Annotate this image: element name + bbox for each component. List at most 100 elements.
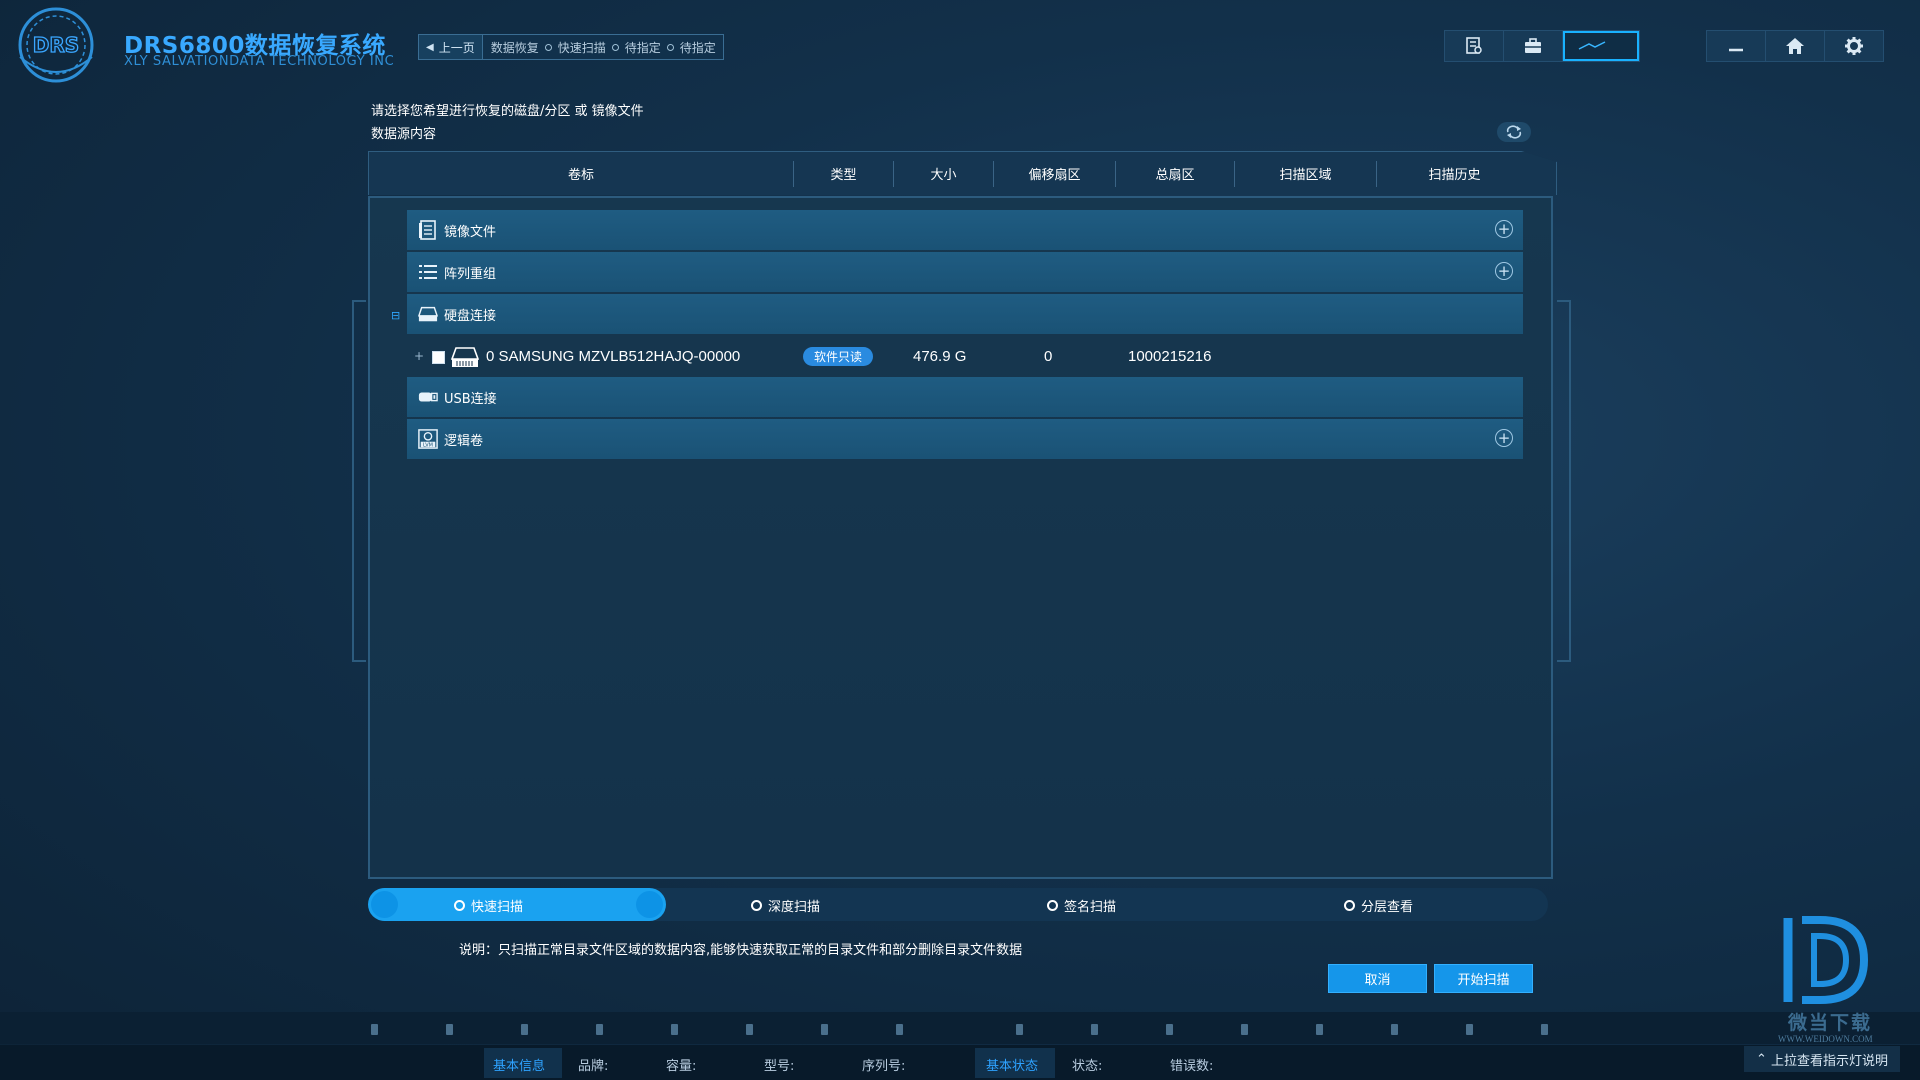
toolbox-button[interactable] xyxy=(1504,31,1563,61)
window-controls xyxy=(1706,30,1884,62)
scan-option-layered[interactable]: 分层查看 xyxy=(1344,896,1413,915)
indicator-light xyxy=(746,1024,753,1035)
radio-icon xyxy=(1047,900,1058,911)
scan-option-deep[interactable]: 深度扫描 xyxy=(751,896,820,915)
indicator-light xyxy=(671,1024,678,1035)
status-bar: 基本信息 品牌: 容量: 型号: 序列号: 基本状态 状态: 错误数: xyxy=(0,1045,1920,1080)
indicator-light xyxy=(1541,1024,1548,1035)
group-usb-connection[interactable]: USB连接 xyxy=(407,377,1523,417)
breadcrumb-step: 数据恢复 xyxy=(490,40,539,55)
usb-icon xyxy=(418,387,438,407)
group-image-files[interactable]: 镜像文件 + xyxy=(407,210,1523,250)
document-icon xyxy=(418,220,438,240)
add-raid-button[interactable]: + xyxy=(1495,262,1513,280)
scan-description: 说明：只扫描正常目录文件区域的数据内容,能够快速获取正常的目录文件和部分删除目录… xyxy=(459,943,1023,958)
column-header-total[interactable]: 总扇区 xyxy=(1116,160,1235,187)
column-header-size[interactable]: 大小 xyxy=(894,160,994,187)
column-header-type[interactable]: 类型 xyxy=(794,160,894,187)
breadcrumb-step: 待指定 xyxy=(679,40,716,55)
watermark-text: 微当下载 xyxy=(1788,1012,1873,1034)
watermark-url: WWW.WEIDOWN.COM xyxy=(1778,1034,1873,1044)
tab-basic-state[interactable]: 基本状态 xyxy=(986,1055,1038,1074)
indicator-light xyxy=(1316,1024,1323,1035)
group-label: 硬盘连接 xyxy=(444,308,497,324)
radio-icon xyxy=(1344,900,1355,911)
breadcrumb: ◀ 上一页 数据恢复 快速扫描 待指定 待指定 xyxy=(418,34,724,60)
radio-icon xyxy=(751,900,762,911)
breadcrumb-steps: 数据恢复 快速扫描 待指定 待指定 xyxy=(483,39,724,56)
model-label: 型号: xyxy=(764,1059,795,1074)
chevron-up-icon: ⌃ xyxy=(1756,1051,1767,1067)
watermark-logo xyxy=(1780,912,1872,1012)
disk-size: 476.9 G xyxy=(913,348,967,365)
scan-option-quick[interactable]: 快速扫描 xyxy=(454,896,523,915)
step-separator-icon xyxy=(611,43,619,51)
column-header-label[interactable]: 卷标 xyxy=(369,160,794,187)
breadcrumb-step: 待指定 xyxy=(624,40,661,55)
refresh-icon xyxy=(1506,125,1522,139)
scan-option-label: 签名扫描 xyxy=(1064,900,1117,915)
indicator-light xyxy=(371,1024,378,1035)
cancel-button[interactable]: 取消 xyxy=(1328,964,1427,993)
briefcase-icon xyxy=(1525,38,1541,53)
expand-icon[interactable]: + xyxy=(414,349,424,363)
lvm-icon: LVM xyxy=(418,429,438,449)
pullup-indicator-help[interactable]: ⌃ 上拉查看指示灯说明 xyxy=(1744,1046,1900,1072)
refresh-button[interactable] xyxy=(1497,122,1531,142)
gear-icon xyxy=(1845,37,1863,55)
indicator-light xyxy=(1391,1024,1398,1035)
monitor-icon xyxy=(1578,41,1606,50)
app-subtitle: XLY SALVATIONDATA TECHNOLOGY INC xyxy=(124,54,395,69)
scan-option-label: 快速扫描 xyxy=(471,900,524,915)
add-logical-volume-button[interactable]: + xyxy=(1495,429,1513,447)
group-logical-volume[interactable]: LVM 逻辑卷 + xyxy=(407,419,1523,459)
scan-option-signature[interactable]: 签名扫描 xyxy=(1047,896,1116,915)
indicator-light xyxy=(821,1024,828,1035)
indicator-light xyxy=(1016,1024,1023,1035)
minimize-icon xyxy=(1729,48,1743,52)
readonly-badge[interactable]: 软件只读 xyxy=(803,347,873,366)
column-header-offset[interactable]: 偏移扇区 xyxy=(994,160,1116,187)
minimize-button[interactable] xyxy=(1707,31,1766,61)
settings-button[interactable] xyxy=(1825,31,1883,61)
start-scan-button[interactable]: 开始扫描 xyxy=(1434,964,1533,993)
state-label: 状态: xyxy=(1072,1059,1103,1074)
disk-row[interactable]: + 0 SAMSUNG MZVLB512HAJQ-00000 软件只读 476.… xyxy=(407,342,1523,372)
column-header-scan-history[interactable]: 扫描历史 xyxy=(1377,161,1532,187)
column-header-scan-area[interactable]: 扫描区域 xyxy=(1235,160,1377,187)
report-icon xyxy=(1466,37,1482,54)
scan-option-label: 分层查看 xyxy=(1361,900,1414,915)
indicator-light xyxy=(1091,1024,1098,1035)
app-logo: DRS xyxy=(6,5,108,85)
disk-total-sectors: 1000215216 xyxy=(1128,348,1212,365)
collapse-icon[interactable]: ⊟ xyxy=(391,309,400,322)
indicator-light xyxy=(1241,1024,1248,1035)
logo-text: DRS xyxy=(33,33,79,57)
report-button[interactable] xyxy=(1445,31,1504,61)
group-label: 镜像文件 xyxy=(444,224,497,240)
radio-icon xyxy=(454,900,465,911)
capacity-label: 容量: xyxy=(666,1059,697,1074)
group-disk-connection[interactable]: 硬盘连接 xyxy=(407,294,1523,334)
group-raid-rebuild[interactable]: 阵列重组 + xyxy=(407,252,1523,292)
svg-text:LVM: LVM xyxy=(423,443,433,449)
breadcrumb-step: 快速扫描 xyxy=(557,40,606,55)
harddisk-icon xyxy=(418,304,438,324)
error-count-label: 错误数: xyxy=(1170,1059,1214,1074)
back-label: 上一页 xyxy=(438,40,475,55)
instruction-text: 请选择您希望进行恢复的磁盘/分区 或 镜像文件 xyxy=(371,104,644,119)
back-button[interactable]: ◀ 上一页 xyxy=(419,35,483,59)
step-separator-icon xyxy=(666,43,674,51)
add-image-button[interactable]: + xyxy=(1495,220,1513,238)
chevron-left-icon: ◀ xyxy=(426,41,434,53)
monitor-button[interactable] xyxy=(1563,31,1639,61)
tab-basic-info[interactable]: 基本信息 xyxy=(493,1055,545,1074)
disk-name: 0 SAMSUNG MZVLB512HAJQ-00000 xyxy=(486,348,741,365)
indicator-light xyxy=(1166,1024,1173,1035)
scan-option-label: 深度扫描 xyxy=(768,900,821,915)
home-button[interactable] xyxy=(1766,31,1825,61)
disk-checkbox[interactable] xyxy=(432,351,445,364)
list-icon xyxy=(418,262,438,282)
indicator-light xyxy=(521,1024,528,1035)
home-icon xyxy=(1786,38,1804,54)
